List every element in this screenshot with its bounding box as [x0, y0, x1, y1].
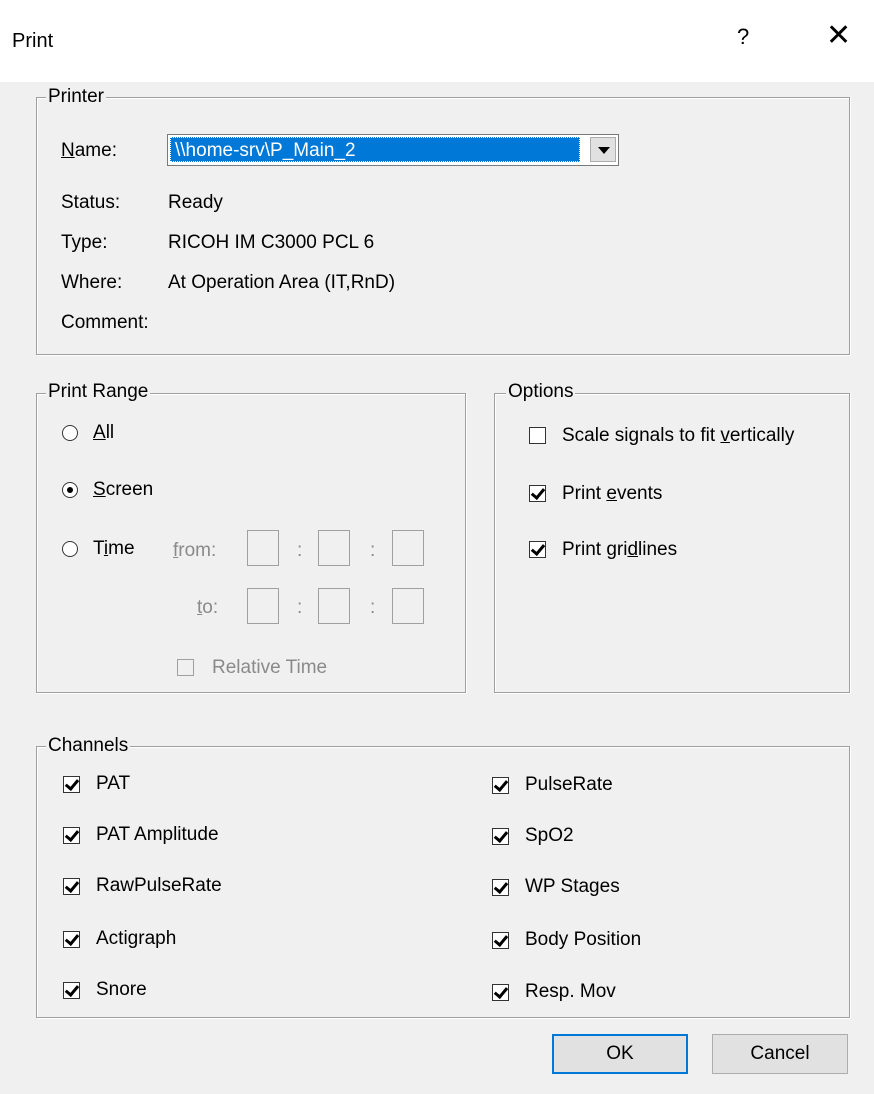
- print-events-label: Print events: [562, 483, 663, 504]
- channel-label: Snore: [96, 979, 147, 1000]
- status-value: Ready: [168, 192, 223, 213]
- channel-checkbox[interactable]: [492, 828, 509, 845]
- cancel-button[interactable]: Cancel: [712, 1034, 848, 1074]
- status-label: Status:: [61, 192, 121, 213]
- channel-label: WP Stages: [525, 876, 620, 897]
- channel-label: Resp. Mov: [525, 981, 616, 1002]
- range-screen-radio[interactable]: [62, 482, 78, 498]
- to-seconds-field[interactable]: [392, 588, 424, 624]
- to-sep-2: :: [370, 597, 376, 618]
- from-minutes-field[interactable]: [318, 530, 350, 566]
- channel-checkbox[interactable]: [63, 776, 80, 793]
- to-sep-1: :: [297, 597, 303, 618]
- ok-button[interactable]: OK: [552, 1034, 688, 1074]
- channel-checkbox[interactable]: [492, 879, 509, 896]
- printer-name-label: Name:: [61, 140, 117, 161]
- channel-label: PAT Amplitude: [96, 824, 219, 845]
- close-icon[interactable]: ✕: [826, 18, 851, 53]
- where-value: At Operation Area (IT,RnD): [168, 272, 396, 293]
- channel-checkbox[interactable]: [492, 777, 509, 794]
- channel-checkbox[interactable]: [492, 984, 509, 1001]
- channel-label: Actigraph: [96, 928, 177, 949]
- help-icon[interactable]: ?: [737, 24, 749, 50]
- channel-checkbox[interactable]: [63, 931, 80, 948]
- type-label: Type:: [61, 232, 108, 253]
- channel-label: PAT: [96, 773, 131, 794]
- comment-label: Comment:: [61, 312, 149, 333]
- dialog-title: Print: [12, 30, 54, 52]
- channel-checkbox[interactable]: [63, 827, 80, 844]
- channel-label: SpO2: [525, 825, 574, 846]
- printer-name-select[interactable]: \\home-srv\P_Main_2: [167, 134, 619, 166]
- chevron-down-icon[interactable]: [590, 137, 616, 162]
- range-time-label: Time: [93, 538, 135, 559]
- channel-checkbox[interactable]: [63, 878, 80, 895]
- from-hours-field[interactable]: [247, 530, 279, 566]
- from-sep-2: :: [370, 540, 376, 561]
- relative-time-label: Relative Time: [212, 657, 328, 678]
- to-label: to:: [197, 597, 219, 618]
- where-label: Where:: [61, 272, 123, 293]
- from-label: from:: [173, 540, 217, 561]
- range-all-label: All: [93, 422, 115, 443]
- scale-signals-checkbox[interactable]: [529, 427, 546, 444]
- channel-label: Body Position: [525, 929, 642, 950]
- relative-time-checkbox[interactable]: [177, 659, 194, 676]
- options-group-label: Options: [506, 381, 576, 403]
- to-hours-field[interactable]: [247, 588, 279, 624]
- range-all-radio[interactable]: [62, 425, 78, 441]
- to-minutes-field[interactable]: [318, 588, 350, 624]
- scale-signals-label: Scale signals to fit vertically: [562, 425, 795, 446]
- print-events-checkbox[interactable]: [529, 485, 546, 502]
- channel-checkbox[interactable]: [492, 932, 509, 949]
- type-value: RICOH IM C3000 PCL 6: [168, 232, 375, 253]
- from-seconds-field[interactable]: [392, 530, 424, 566]
- printer-name-value: \\home-srv\P_Main_2: [170, 137, 580, 162]
- channels-group-label: Channels: [46, 735, 131, 757]
- range-time-radio[interactable]: [62, 541, 78, 557]
- from-sep-1: :: [297, 540, 303, 561]
- channel-label: PulseRate: [525, 774, 613, 795]
- range-screen-label: Screen: [93, 479, 154, 500]
- print-range-group-label: Print Range: [46, 381, 151, 403]
- printer-group-label: Printer: [46, 86, 106, 108]
- print-gridlines-checkbox[interactable]: [529, 541, 546, 558]
- channel-checkbox[interactable]: [63, 982, 80, 999]
- print-gridlines-label: Print gridlines: [562, 539, 678, 560]
- channel-label: RawPulseRate: [96, 875, 222, 896]
